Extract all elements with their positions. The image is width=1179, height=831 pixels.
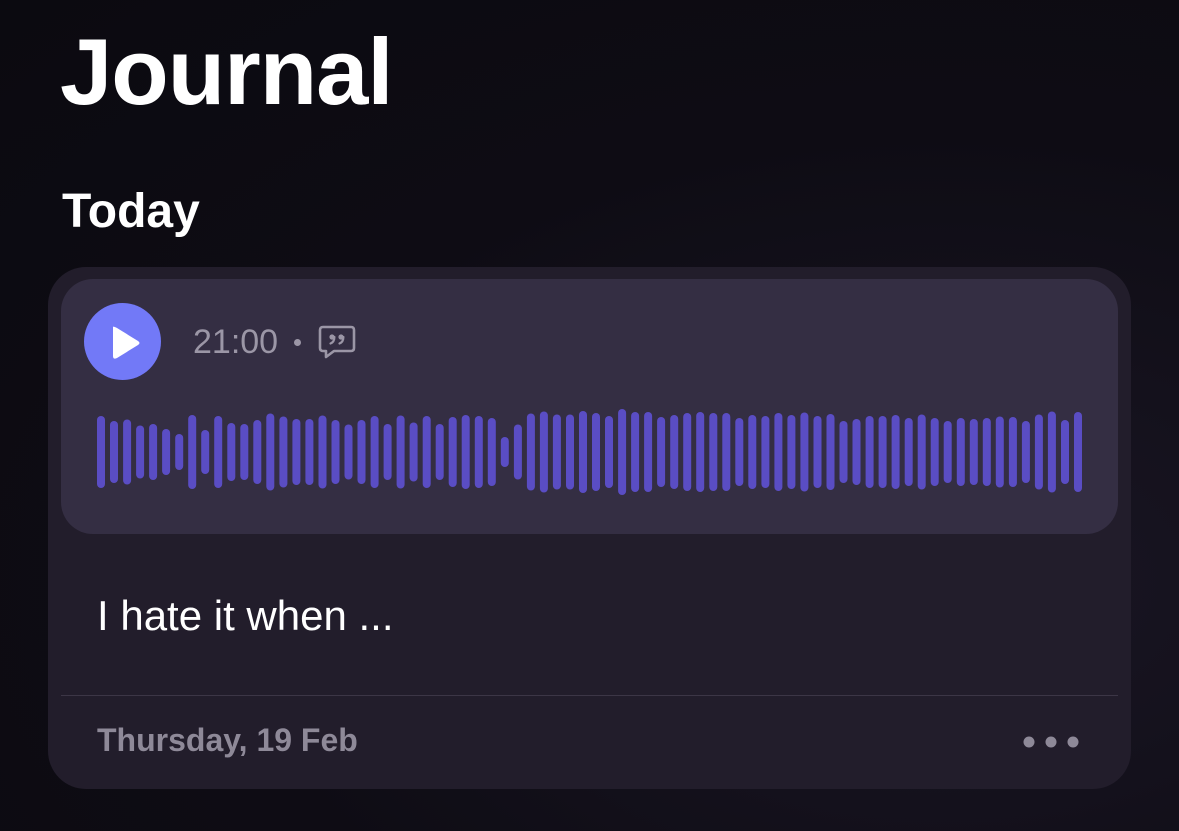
waveform-bar <box>305 419 314 485</box>
divider <box>61 695 1118 696</box>
waveform-bar <box>566 414 574 490</box>
waveform-bar <box>605 416 613 488</box>
waveform-bar <box>878 416 887 488</box>
more-options-button[interactable] <box>1016 725 1086 759</box>
waveform-bar <box>930 418 939 486</box>
waveform-bar <box>357 420 366 484</box>
waveform-bar <box>969 419 978 485</box>
waveform-bar <box>579 411 587 493</box>
waveform-bar <box>240 424 249 480</box>
waveform-bar <box>917 414 926 490</box>
entry-text[interactable]: I hate it when ... <box>97 592 394 640</box>
waveform-bar <box>552 414 561 490</box>
waveform-bar <box>800 412 809 492</box>
audio-player: 21:00 <box>61 279 1118 534</box>
audio-waveform[interactable] <box>61 279 1118 534</box>
waveform-bar <box>162 429 171 475</box>
waveform-bar <box>383 424 392 480</box>
waveform-bar <box>839 421 848 483</box>
waveform-bar <box>227 423 236 481</box>
waveform-bar <box>214 416 223 488</box>
waveform-bar <box>644 412 653 492</box>
waveform-bar <box>696 412 705 492</box>
waveform-bar <box>318 415 327 489</box>
waveform-bar <box>487 418 496 486</box>
waveform-bar <box>253 420 262 484</box>
waveform-bar <box>1034 414 1043 490</box>
waveform-bar <box>1021 421 1030 483</box>
entry-date: Thursday, 19 Feb <box>97 722 358 758</box>
waveform-bar <box>201 430 210 474</box>
waveform-bar <box>670 415 679 489</box>
page-title: Journal <box>60 19 394 124</box>
waveform-bar <box>292 419 301 485</box>
waveform-bar <box>97 416 105 488</box>
waveform-bar <box>331 420 340 484</box>
waveform-bar <box>995 416 1004 488</box>
waveform-bar <box>722 413 731 491</box>
waveform-bar <box>774 413 783 491</box>
waveform-bar <box>149 424 158 480</box>
waveform-bar <box>396 415 405 489</box>
waveform-bar <box>1074 412 1082 492</box>
waveform-bar <box>422 416 431 488</box>
waveform-bar <box>123 419 132 485</box>
waveform-bar <box>943 421 952 483</box>
journal-entry-card[interactable]: 21:00 I hate it when ... Thursday, 19 Fe… <box>48 267 1131 789</box>
waveform-bar <box>461 415 470 489</box>
waveform-bar <box>592 413 600 491</box>
waveform-bar <box>136 425 145 479</box>
waveform-bar <box>188 415 197 489</box>
waveform-bar <box>891 415 900 489</box>
waveform-bar <box>448 417 457 487</box>
waveform-bar <box>904 418 913 486</box>
waveform-bar <box>370 416 379 488</box>
section-title-today: Today <box>62 185 200 238</box>
waveform-bar <box>618 409 627 495</box>
waveform-bar <box>513 424 522 480</box>
waveform-bar <box>110 421 118 483</box>
waveform-bar <box>409 422 418 482</box>
waveform-bar <box>631 412 640 492</box>
waveform-bar <box>279 416 288 488</box>
waveform-bar <box>787 415 796 489</box>
waveform-bar <box>865 416 874 488</box>
waveform-bar <box>1061 420 1069 484</box>
waveform-bar <box>539 411 548 493</box>
waveform-bar <box>175 434 184 470</box>
waveform-bar <box>761 416 770 488</box>
waveform-bar <box>956 418 965 486</box>
waveform-bar <box>683 413 692 491</box>
waveform-bar <box>813 416 822 488</box>
waveform-bar <box>735 418 744 486</box>
waveform-bar <box>500 437 509 467</box>
waveform-bar <box>1047 411 1056 493</box>
waveform-bar <box>748 415 757 489</box>
waveform-bar <box>852 419 861 485</box>
waveform-bar <box>1008 417 1017 487</box>
waveform-bar <box>266 413 275 491</box>
waveform-bar <box>435 424 444 480</box>
waveform-bar <box>826 414 835 490</box>
waveform-bar <box>709 413 718 491</box>
waveform-bar <box>657 417 666 487</box>
waveform-bar <box>474 416 483 488</box>
ellipsis-icon <box>1023 736 1079 748</box>
waveform-bar <box>526 413 535 491</box>
waveform-bar <box>344 424 353 480</box>
waveform-bar <box>982 418 991 486</box>
